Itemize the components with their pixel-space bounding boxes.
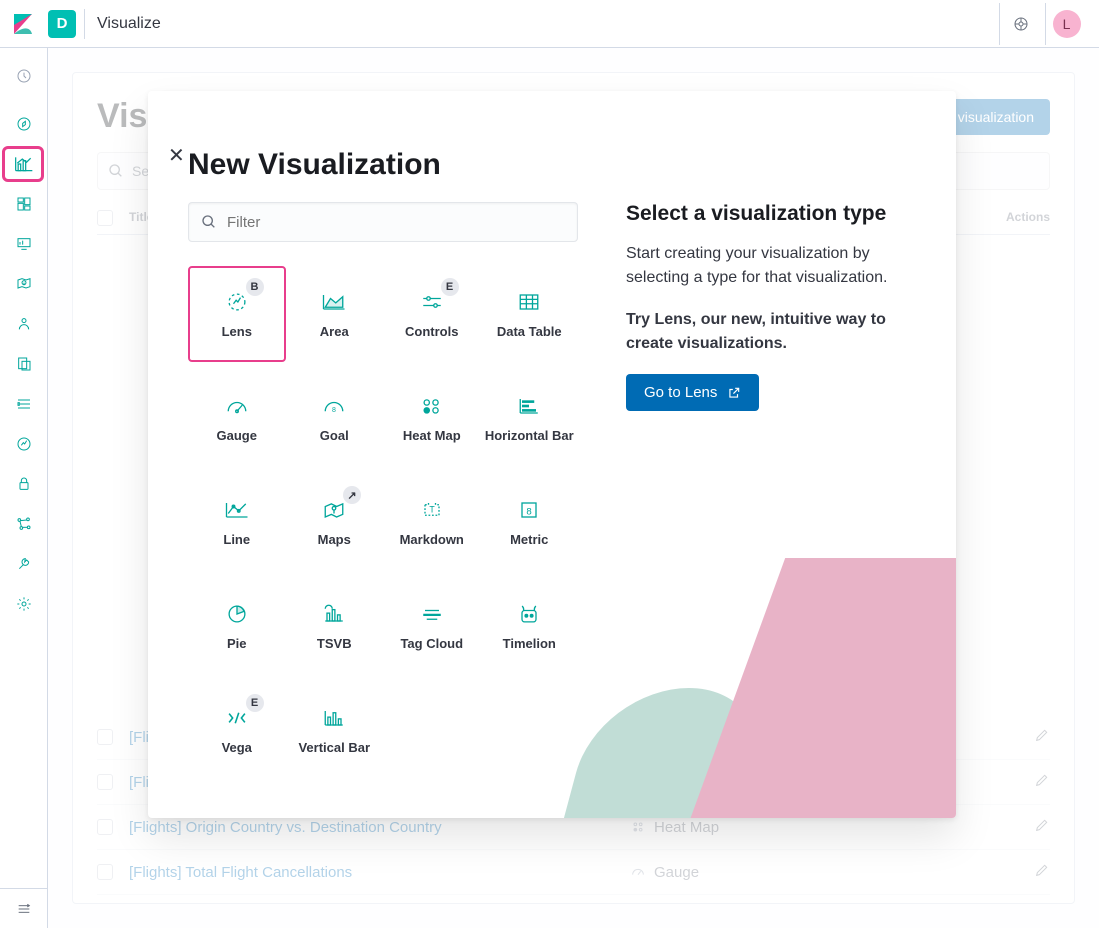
avatar-letter: L [1063,16,1071,32]
side-nav [0,48,48,928]
viz-type-horizontal-bar[interactable]: Horizontal Bar [481,370,579,466]
svg-text:8: 8 [332,407,336,414]
viz-icon [418,394,446,418]
viz-icon [320,498,348,522]
viz-icon [320,602,348,626]
viz-icon: 8 [515,498,543,522]
viz-icon: T [418,498,446,522]
nav-ml-icon[interactable] [0,304,48,344]
viz-label: Vertical Bar [298,740,370,755]
nav-apm-icon[interactable] [0,424,48,464]
viz-icon [223,602,251,626]
viz-type-goal[interactable]: 8 Goal [286,370,384,466]
space-selector[interactable]: D [48,10,76,38]
viz-icon [515,602,543,626]
nav-visualize-icon[interactable] [0,144,48,184]
right-panel-text: Start creating your visualization by sel… [626,242,916,290]
viz-badge: E [246,694,264,712]
right-panel-title: Select a visualization type [626,202,916,226]
app-header: D Visualize L [0,0,1099,48]
viz-label: Goal [320,428,349,443]
search-icon [201,214,217,230]
viz-label: Tag Cloud [400,636,463,651]
viz-type-vertical-bar[interactable]: Vertical Bar [286,682,384,778]
visualization-grid: B Lens Area E Controls Data Table Gauge 8 Goal He… [188,266,578,778]
svg-text:T: T [429,504,435,514]
viz-icon [223,290,251,314]
nav-discover-icon[interactable] [0,104,48,144]
viz-label: Horizontal Bar [485,428,574,443]
viz-label: Pie [227,636,247,651]
viz-label: Heat Map [403,428,461,443]
viz-label: Gauge [217,428,257,443]
viz-type-data-table[interactable]: Data Table [481,266,579,362]
nav-maps-icon[interactable] [0,264,48,304]
viz-type-controls[interactable]: E Controls [383,266,481,362]
modal-title: New Visualization [188,148,916,182]
close-icon[interactable]: ✕ [168,143,185,168]
viz-label: Vega [222,740,252,755]
viz-icon: 8 [320,394,348,418]
viz-label: Timelion [503,636,556,651]
viz-type-tsvb[interactable]: TSVB [286,578,384,674]
viz-icon [320,706,348,730]
viz-type-pie[interactable]: Pie [188,578,286,674]
breadcrumb: Visualize [97,15,161,33]
nav-siem-icon[interactable] [0,464,48,504]
viz-type-gauge[interactable]: Gauge [188,370,286,466]
go-to-lens-button[interactable]: Go to Lens [626,374,759,411]
viz-type-maps[interactable]: ↗ Maps [286,474,384,570]
nav-devtools-icon[interactable] [0,544,48,584]
new-visualization-modal: ✕ New Visualization B Lens Area E Controls Da… [148,91,956,818]
viz-icon [223,394,251,418]
viz-icon [515,290,543,314]
user-menu[interactable]: L [1045,3,1087,45]
viz-label: Maps [318,532,351,547]
viz-badge: B [246,278,264,296]
viz-badge: E [441,278,459,296]
nav-logs-icon[interactable] [0,384,48,424]
nav-canvas-icon[interactable] [0,224,48,264]
svg-text:8: 8 [527,506,532,517]
kibana-logo-icon[interactable] [12,12,36,36]
viz-icon [418,602,446,626]
nav-infra-icon[interactable] [0,344,48,384]
viz-type-heat-map[interactable]: Heat Map [383,370,481,466]
viz-label: Area [320,324,349,339]
viz-label: Controls [405,324,458,339]
viz-label: Line [223,532,250,547]
viz-label: Data Table [497,324,562,339]
filter-input-wrapper[interactable] [188,202,578,242]
viz-icon [418,290,446,314]
viz-type-vega[interactable]: E Vega [188,682,286,778]
help-icon[interactable] [999,3,1041,45]
viz-icon [223,498,251,522]
viz-icon [320,290,348,314]
filter-input[interactable] [227,214,565,231]
nav-dashboard-icon[interactable] [0,184,48,224]
viz-badge: ↗ [343,486,361,504]
external-link-icon [727,386,741,400]
viz-label: Metric [510,532,548,547]
viz-icon [223,706,251,730]
viz-type-tag-cloud[interactable]: Tag Cloud [383,578,481,674]
viz-type-area[interactable]: Area [286,266,384,362]
space-letter: D [57,15,68,32]
lens-promo-text: Try Lens, our new, intuitive way to crea… [626,308,916,356]
viz-label: Markdown [400,532,464,547]
viz-label: Lens [222,324,252,339]
collapse-nav-icon[interactable] [0,888,47,928]
viz-type-line[interactable]: Line [188,474,286,570]
nav-graph-icon[interactable] [0,504,48,544]
viz-type-markdown[interactable]: T Markdown [383,474,481,570]
viz-type-timelion[interactable]: Timelion [481,578,579,674]
viz-type-metric[interactable]: 8 Metric [481,474,579,570]
viz-label: TSVB [317,636,352,651]
viz-icon [515,394,543,418]
nav-management-icon[interactable] [0,584,48,624]
go-to-lens-label: Go to Lens [644,384,717,401]
avatar: L [1053,10,1081,38]
nav-recent-icon[interactable] [0,56,48,96]
viz-type-lens[interactable]: B Lens [188,266,286,362]
